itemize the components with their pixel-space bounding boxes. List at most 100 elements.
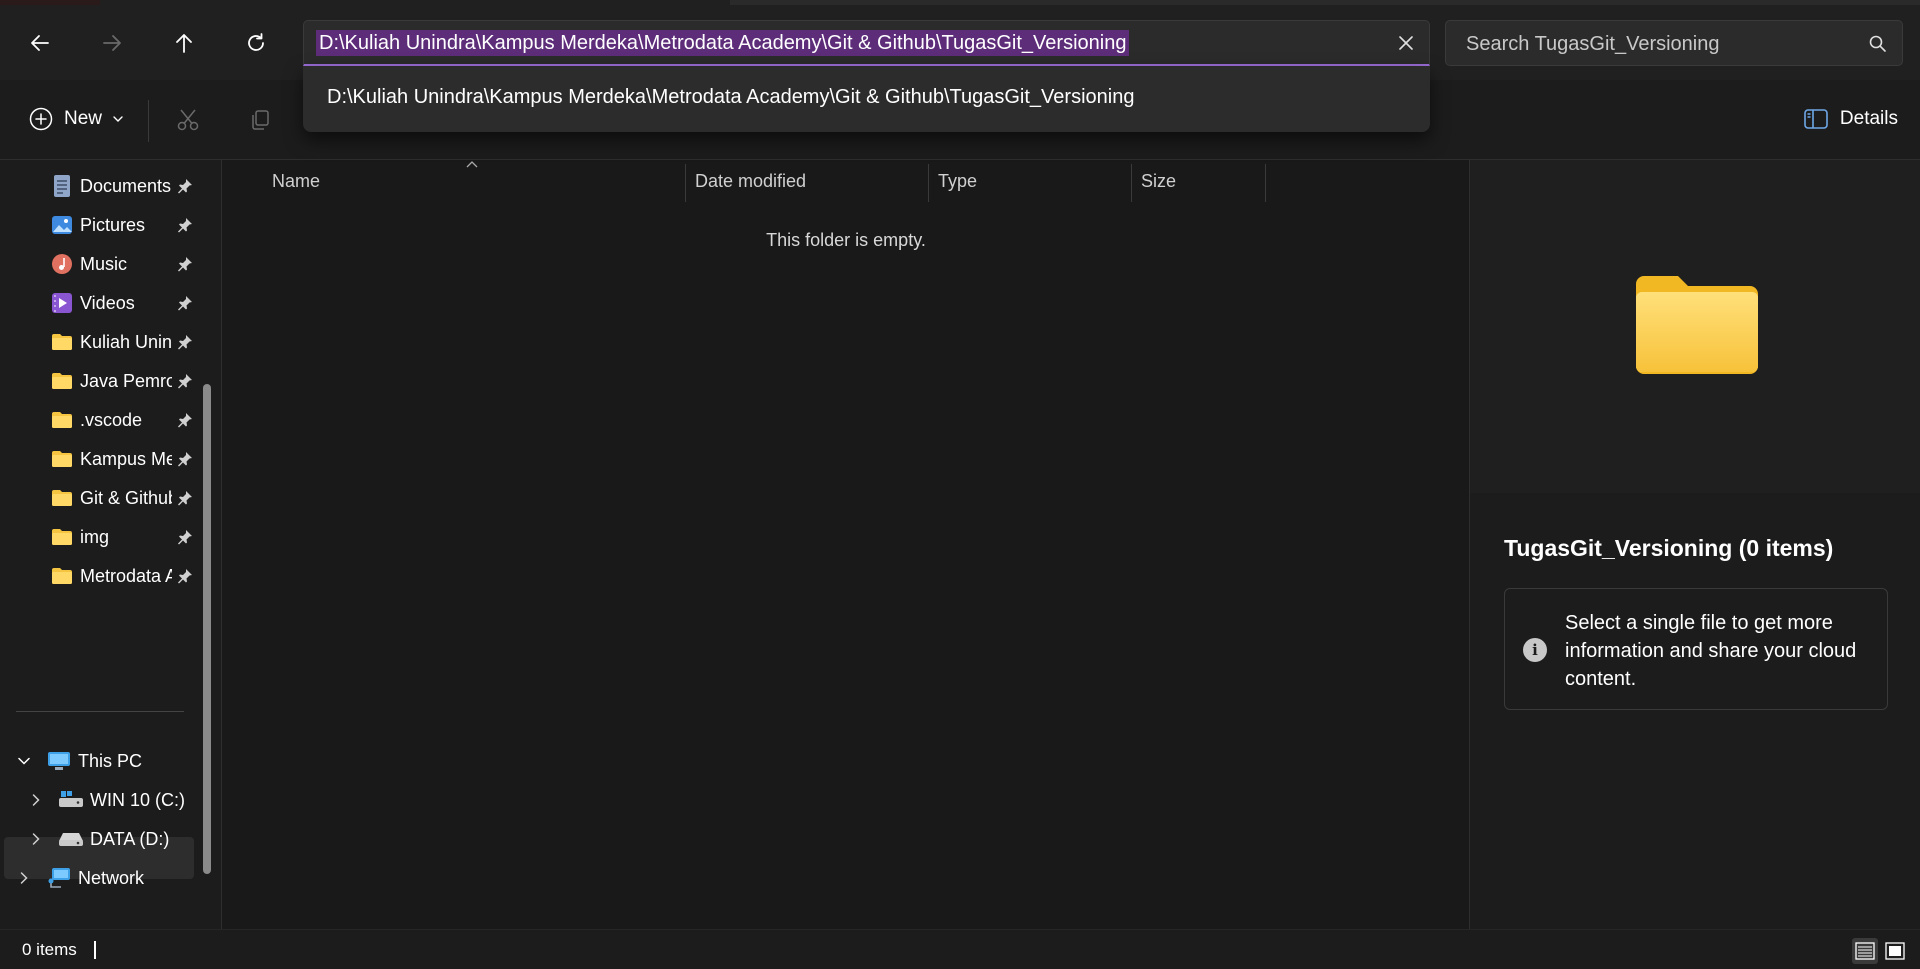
- address-suggestion-item[interactable]: D:\Kuliah Unindra\Kampus Merdeka\Metroda…: [327, 86, 1134, 109]
- pictures-icon: [50, 213, 74, 237]
- sidebar-item-network[interactable]: Network: [14, 859, 144, 897]
- cut-icon: [177, 109, 199, 131]
- sidebar-item-label: img: [80, 526, 110, 547]
- list-view-icon: [1855, 942, 1875, 960]
- navigation-pane: Documents Pictures Music Videos Kuliah U…: [0, 160, 222, 929]
- sidebar-item-vscode[interactable]: .vscode: [50, 403, 200, 437]
- pin-icon: [176, 411, 194, 429]
- sidebar-item-label: Java Pemrograman: [80, 370, 172, 391]
- videos-icon: [50, 291, 74, 315]
- sidebar-item-label: Pictures: [80, 214, 146, 235]
- search-input[interactable]: Search TugasGit_Versioning: [1466, 33, 1720, 56]
- empty-folder-message: This folder is empty.: [766, 230, 926, 250]
- pin-icon: [176, 489, 194, 507]
- file-list-view: Name Date modified Type Size This folder…: [223, 160, 1469, 929]
- folder-icon: [50, 525, 74, 549]
- sidebar-item-kampus-merdeka[interactable]: Kampus Merdeka: [50, 442, 200, 476]
- sidebar-item-label: Kuliah Unindra: [80, 331, 172, 352]
- sidebar-item-documents[interactable]: Documents: [50, 169, 200, 203]
- column-divider[interactable]: [1131, 164, 1132, 202]
- pin-icon: [176, 450, 194, 468]
- folder-icon: [50, 564, 74, 588]
- tiles-view-button[interactable]: [1882, 938, 1908, 964]
- preview-area: [1470, 160, 1920, 493]
- sidebar-item-java-pemrograman[interactable]: Java Pemrograman: [50, 364, 200, 398]
- sidebar-item-git-github[interactable]: Git & Github: [50, 481, 200, 515]
- top-edge-strip: [0, 0, 100, 5]
- chevron-down-icon: [113, 116, 123, 122]
- sidebar-item-music[interactable]: Music: [50, 247, 200, 281]
- details-info-card: i Select a single file to get more infor…: [1504, 588, 1888, 710]
- folder-icon: [50, 330, 74, 354]
- forward-arrow-icon: [103, 35, 121, 51]
- pin-icon: [176, 333, 194, 351]
- folder-icon: [50, 486, 74, 510]
- address-path-input[interactable]: D:\Kuliah Unindra\Kampus Merdeka\Metroda…: [316, 30, 1130, 56]
- copy-icon: [252, 110, 269, 130]
- pin-icon: [176, 528, 194, 546]
- address-bar[interactable]: D:\Kuliah Unindra\Kampus Merdeka\Metroda…: [303, 20, 1430, 66]
- sort-ascending-icon: [466, 161, 478, 168]
- refresh-icon: [248, 33, 264, 51]
- back-arrow-icon: [31, 35, 49, 51]
- sidebar-item-label: Metrodata Academy: [80, 565, 172, 586]
- search-box[interactable]: Search TugasGit_Versioning: [1445, 20, 1903, 66]
- info-icon: i: [1523, 638, 1547, 662]
- chevron-right-icon[interactable]: [26, 790, 46, 810]
- item-count: 0 items: [22, 940, 77, 959]
- column-header-type[interactable]: Type: [938, 160, 977, 202]
- up-arrow-icon: [176, 34, 192, 53]
- details-pane-icon: [1804, 109, 1828, 129]
- details-title: TugasGit_Versioning (0 items): [1504, 535, 1834, 561]
- command-separator: [148, 100, 149, 142]
- sidebar-item-pictures[interactable]: Pictures: [50, 208, 200, 242]
- sidebar-item-label: This PC: [78, 750, 143, 771]
- sidebar-item-label: Videos: [80, 292, 135, 313]
- folder-icon: [1636, 276, 1758, 374]
- column-header-size[interactable]: Size: [1141, 160, 1176, 202]
- copy-button[interactable]: [246, 106, 274, 134]
- details-view-button[interactable]: [1852, 938, 1878, 964]
- back-button[interactable]: [19, 22, 61, 64]
- pin-icon: [176, 216, 194, 234]
- address-suggestion-dropdown: D:\Kuliah Unindra\Kampus Merdeka\Metroda…: [303, 66, 1430, 132]
- pin-icon: [176, 294, 194, 312]
- sidebar-scrollbar[interactable]: [203, 384, 211, 874]
- pin-icon: [176, 567, 194, 585]
- sidebar-item-label: Documents: [80, 175, 172, 196]
- refresh-button[interactable]: [235, 22, 277, 64]
- sidebar-item-label: DATA (D:): [90, 828, 170, 849]
- up-button[interactable]: [163, 22, 205, 64]
- column-divider[interactable]: [685, 164, 686, 202]
- chevron-right-icon[interactable]: [26, 829, 46, 849]
- sidebar-item-label: Kampus Merdeka: [80, 448, 172, 469]
- network-icon: [46, 867, 72, 889]
- documents-icon: [50, 174, 74, 198]
- clear-address-button[interactable]: [1393, 30, 1419, 56]
- forward-button[interactable]: [91, 22, 133, 64]
- sidebar-item-videos[interactable]: Videos: [50, 286, 200, 320]
- column-header-date-modified[interactable]: Date modified: [695, 160, 806, 202]
- sidebar-item-img[interactable]: img: [50, 520, 200, 554]
- details-button[interactable]: Details: [1804, 98, 1898, 140]
- column-divider[interactable]: [1265, 164, 1266, 202]
- sidebar-item-kuliah-unindra[interactable]: Kuliah Unindra: [50, 325, 200, 359]
- folder-icon: [50, 447, 74, 471]
- sidebar-item-label: WIN 10 (C:): [90, 789, 186, 810]
- details-button-label: Details: [1839, 108, 1898, 129]
- sidebar-item-win10-drive[interactable]: WIN 10 (C:): [26, 781, 185, 819]
- sidebar-item-metrodata-academy[interactable]: Metrodata Academy: [50, 559, 200, 593]
- chevron-right-icon[interactable]: [14, 868, 34, 888]
- chevron-down-icon[interactable]: [14, 751, 34, 771]
- sidebar-item-this-pc[interactable]: This PC: [14, 742, 142, 780]
- top-edge-strip: [730, 0, 1920, 5]
- drive-icon: [58, 828, 84, 850]
- new-button[interactable]: New: [20, 98, 132, 140]
- sidebar-item-label: Music: [80, 253, 128, 274]
- thumbnail-view-icon: [1885, 942, 1905, 960]
- search-icon[interactable]: [1868, 34, 1888, 54]
- cut-button[interactable]: [174, 106, 202, 134]
- sidebar-item-data-drive[interactable]: DATA (D:): [26, 820, 169, 858]
- column-divider[interactable]: [928, 164, 929, 202]
- column-header-name[interactable]: Name: [272, 160, 320, 202]
